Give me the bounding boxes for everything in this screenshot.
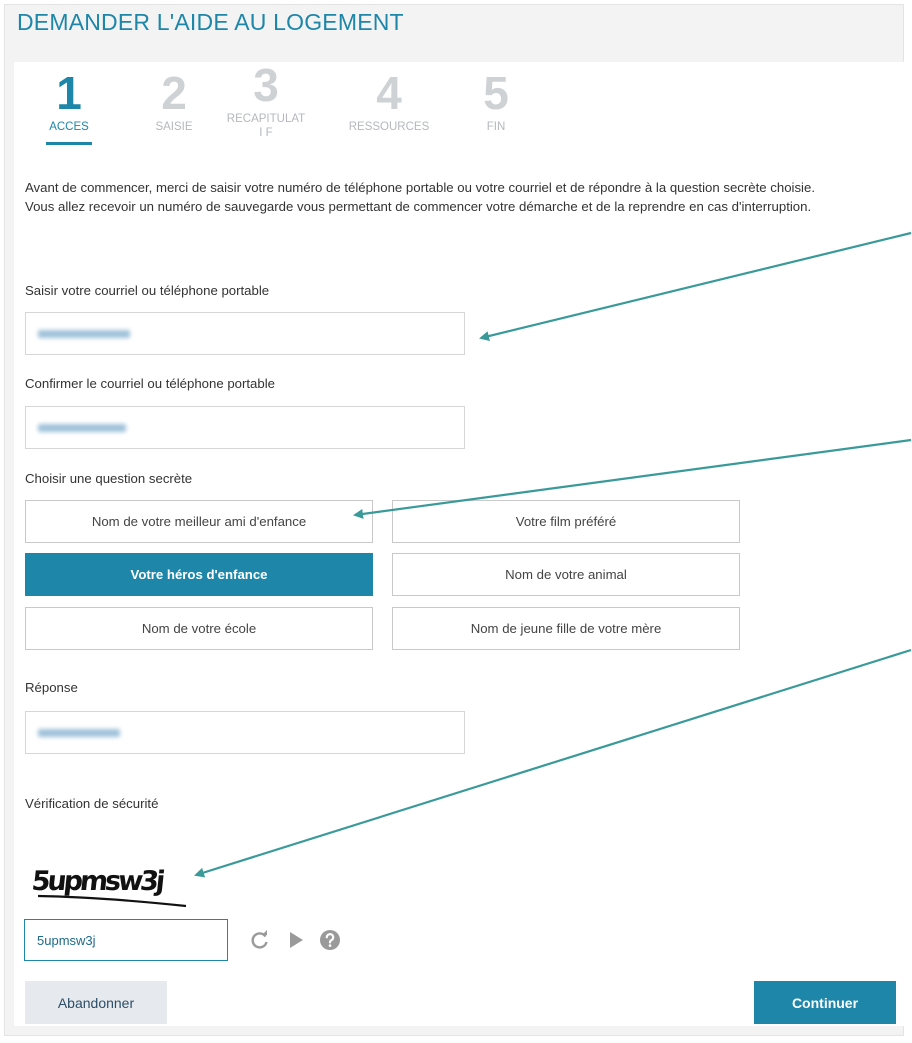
play-icon[interactable] — [284, 928, 308, 952]
continue-button[interactable]: Continuer — [754, 981, 896, 1024]
confirm-contact-label: Confirmer le courriel ou téléphone porta… — [25, 376, 275, 391]
redacted-value — [38, 728, 120, 737]
intro-line-1: Avant de commencer, merci de saisir votr… — [25, 180, 815, 195]
page-title: DEMANDER L'AIDE AU LOGEMENT — [17, 9, 404, 35]
step-number: 4 — [376, 67, 402, 119]
refresh-icon[interactable] — [248, 928, 272, 952]
question-option-best-friend[interactable]: Nom de votre meilleur ami d'enfance — [25, 500, 373, 543]
secret-question-label: Choisir une question secrète — [25, 471, 193, 486]
step-number: 2 — [161, 67, 187, 119]
step-recapitulatif: 3 RECAPITULATI F — [226, 62, 306, 140]
captcha-image: 5upmsw3j — [30, 866, 187, 908]
confirm-contact-input[interactable] — [25, 406, 465, 449]
redacted-value — [38, 329, 130, 338]
captcha-text: 5upmsw3j — [30, 866, 164, 897]
step-label: FIN — [486, 121, 506, 133]
progress-stepper: 1 ACCES 2 SAISIE 3 RECAPITULATI F 4 RESS… — [34, 62, 554, 160]
contact-input[interactable] — [25, 312, 465, 355]
question-option-favorite-film[interactable]: Votre film préféré — [392, 500, 740, 543]
step-label: RESSOURCES — [348, 121, 430, 133]
redacted-value — [38, 423, 126, 432]
intro-text: Avant de commencer, merci de saisir votr… — [25, 178, 885, 216]
security-check-label: Vérification de sécurité — [25, 796, 159, 811]
intro-line-2: Vous allez recevoir un numéro de sauvega… — [25, 199, 812, 214]
question-option-pet-name[interactable]: Nom de votre animal — [392, 553, 740, 596]
step-label: ACCES — [49, 121, 89, 133]
question-option-childhood-hero[interactable]: Votre héros d'enfance — [25, 553, 373, 596]
step-acces: 1 ACCES — [44, 70, 94, 145]
question-option-school[interactable]: Nom de votre école — [25, 607, 373, 650]
step-saisie: 2 SAISIE — [149, 70, 199, 134]
active-step-indicator — [46, 142, 92, 145]
help-icon[interactable] — [318, 928, 342, 952]
answer-input[interactable] — [25, 711, 465, 754]
step-label: SAISIE — [155, 121, 193, 133]
question-option-mother-maiden-name[interactable]: Nom de jeune fille de votre mère — [392, 607, 740, 650]
step-ressources: 4 RESSOURCES — [339, 70, 439, 134]
step-label: RECAPITULATI F — [226, 113, 306, 139]
abandon-button[interactable]: Abandonner — [25, 981, 167, 1024]
step-number: 3 — [253, 59, 279, 111]
contact-label: Saisir votre courriel ou téléphone porta… — [25, 283, 270, 298]
step-number: 5 — [483, 67, 509, 119]
step-fin: 5 FIN — [471, 70, 521, 134]
step-number: 1 — [56, 67, 82, 119]
answer-label: Réponse — [25, 680, 78, 695]
captcha-input[interactable]: 5upmsw3j — [24, 919, 228, 961]
